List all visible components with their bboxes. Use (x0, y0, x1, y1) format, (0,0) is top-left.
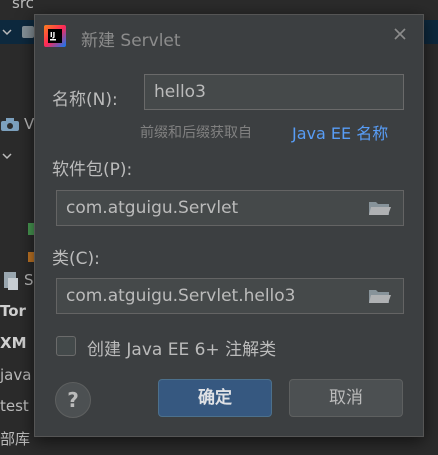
name-label: 名称(N): (52, 90, 118, 110)
java-ee-names-link[interactable]: Java EE 名称 (292, 120, 388, 144)
tree-item-tomcat[interactable]: Tor (0, 302, 26, 320)
chevron-down-icon[interactable] (2, 151, 12, 161)
close-icon[interactable] (391, 25, 409, 43)
tree-item-src[interactable]: src (12, 0, 34, 12)
dialog-title: 新建 Servlet (81, 31, 181, 51)
ok-button[interactable]: 确定 (158, 379, 272, 417)
tree-item-v[interactable]: V (24, 115, 34, 133)
cancel-button[interactable]: 取消 (289, 379, 403, 417)
java-ee6-annotated-checkbox[interactable] (56, 336, 76, 356)
help-button[interactable]: ? (55, 382, 91, 418)
tree-item-test[interactable]: test (0, 397, 29, 415)
folder-icon[interactable] (368, 287, 392, 305)
package-label: 软件包(P): (52, 160, 133, 180)
package-input[interactable]: com.atguigu.Servlet (56, 190, 404, 226)
file-icon (2, 270, 20, 292)
chevron-down-icon[interactable] (2, 27, 12, 37)
folder-icon[interactable] (368, 199, 392, 217)
tree-item-s[interactable]: S (24, 271, 34, 289)
class-input[interactable]: com.atguigu.Servlet.hello3 (56, 278, 404, 314)
hint-text: 前缀和后缀获取自 (140, 125, 252, 141)
tree-item-xml[interactable]: XM (0, 334, 27, 352)
svg-text:IJ: IJ (50, 31, 55, 39)
tree-item-library[interactable]: 部库 (0, 428, 30, 449)
intellij-app-icon: IJ (44, 25, 66, 47)
java-ee6-annotated-label[interactable]: 创建 Java EE 6+ 注解类 (87, 335, 276, 360)
class-label: 类(C): (52, 249, 100, 269)
name-input[interactable]: hello3 (144, 74, 404, 110)
tree-item-java[interactable]: java (0, 366, 31, 384)
folder-icon (22, 26, 34, 38)
dialog-titlebar[interactable]: IJ 新建 Servlet (35, 15, 423, 57)
camera-icon (0, 117, 20, 131)
new-servlet-dialog: IJ 新建 Servlet 名称(N): hello3 前缀和后缀获取自 Jav… (34, 14, 424, 437)
